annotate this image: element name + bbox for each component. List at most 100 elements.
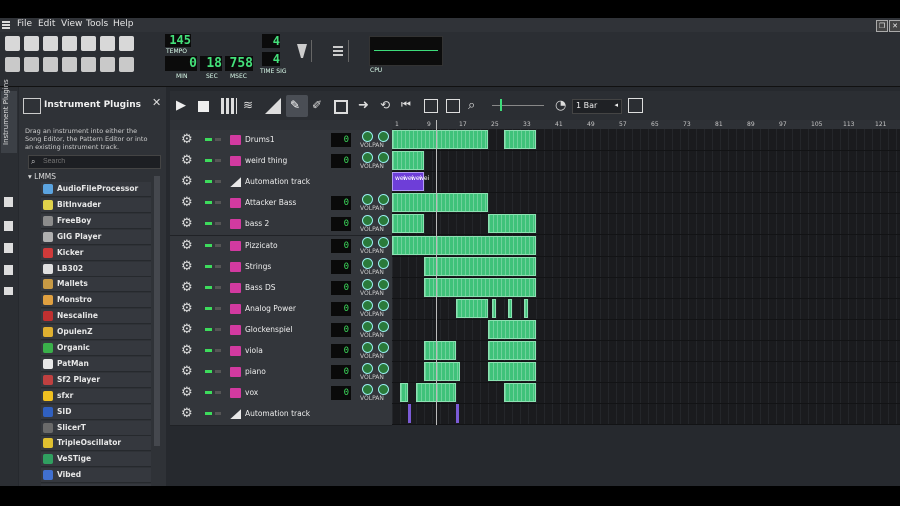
automation-editor-icon[interactable]	[62, 57, 77, 72]
menu-file[interactable]: File	[17, 19, 32, 29]
controller-rack-icon[interactable]	[100, 57, 115, 72]
track-channel-display[interactable]: 0	[331, 196, 351, 211]
track-channel-display[interactable]: 0	[331, 322, 351, 337]
solo-toggle[interactable]	[215, 370, 221, 374]
grid-row[interactable]	[392, 150, 900, 173]
pattern-clip[interactable]	[392, 151, 424, 171]
plugin-item[interactable]: PatMan	[41, 356, 151, 372]
track-name[interactable]: Automation track	[245, 409, 310, 418]
volume-knob[interactable]	[362, 131, 373, 142]
project-notes-icon[interactable]	[119, 57, 134, 72]
pan-knob[interactable]	[378, 152, 389, 164]
pan-knob[interactable]	[378, 131, 389, 142]
plugin-item[interactable]: AudioFileProcessor	[41, 182, 151, 197]
zoom-icon[interactable]: ⌕	[468, 98, 484, 114]
automation-clip[interactable]	[408, 404, 411, 424]
solo-toggle[interactable]	[215, 412, 221, 416]
automation-track-row[interactable]: ⚙ Automation track	[170, 404, 392, 427]
grid-row[interactable]	[392, 213, 900, 236]
export-tracks-icon[interactable]	[119, 36, 134, 51]
pattern-clip[interactable]	[488, 319, 536, 339]
solo-toggle[interactable]	[215, 180, 221, 184]
volume-knob[interactable]	[362, 257, 373, 269]
time-msec[interactable]: 758	[225, 56, 253, 71]
pattern-clip[interactable]	[504, 130, 536, 149]
solo-toggle[interactable]	[215, 349, 221, 352]
grid-row[interactable]	[392, 382, 900, 405]
master-volume-icon[interactable]	[297, 44, 307, 58]
instrument-track-row[interactable]: ⚙ Glockenspiel 0 VOLPAN	[170, 319, 392, 342]
tree-root-lmms[interactable]: ▾ LMMS	[28, 172, 56, 181]
track-name[interactable]: Drums1	[245, 135, 275, 144]
my-samples-icon[interactable]	[4, 221, 13, 231]
gear-icon[interactable]: ⚙	[181, 322, 195, 337]
menu-tools[interactable]: Tools	[86, 19, 108, 29]
pattern-clip[interactable]	[524, 298, 528, 318]
arrow-right-icon[interactable]: ➜	[358, 98, 374, 114]
master-pitch-slider[interactable]	[348, 40, 361, 62]
remove-bar-icon[interactable]	[446, 99, 460, 113]
gear-icon[interactable]: ⚙	[181, 133, 195, 147]
select-mode-icon[interactable]	[334, 100, 348, 114]
piano-roll-icon[interactable]	[43, 57, 58, 72]
track-channel-display[interactable]: 0	[331, 238, 351, 253]
my-home-icon[interactable]	[4, 265, 13, 275]
plugin-item[interactable]: Watsyn	[41, 484, 151, 486]
track-name[interactable]: Glockenspiel	[245, 325, 293, 334]
insert-bar-icon[interactable]	[424, 99, 438, 113]
plugin-item[interactable]: SID	[41, 404, 151, 420]
track-name[interactable]: Bass DS	[245, 283, 275, 292]
pattern-clip[interactable]	[456, 298, 488, 318]
pattern-clip[interactable]	[424, 256, 536, 276]
mute-toggle[interactable]	[205, 285, 212, 289]
plugin-item[interactable]: BitInvader	[41, 197, 151, 213]
track-channel-display[interactable]: 0	[331, 217, 351, 232]
instrument-track-row[interactable]: ⚙ Attacker Bass 0 VOLPAN	[170, 193, 392, 216]
track-channel-display[interactable]: 0	[331, 386, 351, 401]
automation-track-row[interactable]: ⚙ Automation track	[170, 172, 392, 195]
timesig-denominator[interactable]: 4	[262, 52, 280, 66]
song-editor-icon[interactable]	[5, 57, 20, 72]
mute-toggle[interactable]	[205, 243, 212, 247]
gear-icon[interactable]: ⚙	[181, 344, 195, 358]
pattern-clip[interactable]	[488, 362, 536, 382]
pattern-clip[interactable]	[392, 193, 488, 213]
gear-icon[interactable]: ⚙	[181, 259, 195, 274]
proportional-snap-icon[interactable]	[628, 98, 643, 113]
instrument-track-row[interactable]: ⚙ vox 0 VOLPAN	[170, 383, 392, 406]
add-sample-track-icon[interactable]: ≋	[243, 98, 259, 114]
plugin-search-box[interactable]: ⌕	[28, 155, 161, 169]
grid-row[interactable]	[392, 361, 900, 384]
time-sec[interactable]: 18	[200, 56, 222, 71]
instrument-track-row[interactable]: ⚙ piano 0 VOLPAN	[170, 362, 392, 385]
plugin-search-input[interactable]	[43, 156, 153, 167]
solo-toggle[interactable]	[215, 201, 221, 205]
mute-toggle[interactable]	[205, 222, 212, 226]
track-channel-display[interactable]: 0	[331, 280, 351, 295]
mute-toggle[interactable]	[205, 201, 212, 205]
volume-knob[interactable]	[362, 320, 373, 332]
add-beat-track-icon[interactable]	[221, 98, 237, 114]
time-min[interactable]: 0	[165, 56, 197, 71]
volume-knob[interactable]	[362, 194, 373, 206]
mute-toggle[interactable]	[205, 159, 212, 163]
new-from-template-icon[interactable]	[24, 36, 39, 51]
pan-knob[interactable]	[378, 320, 389, 332]
pattern-clip[interactable]	[488, 214, 536, 234]
solo-toggle[interactable]	[215, 159, 221, 163]
plugin-item[interactable]: Vibed	[41, 468, 151, 484]
track-name[interactable]: piano	[245, 367, 266, 376]
mute-toggle[interactable]	[205, 180, 212, 184]
solo-toggle[interactable]	[215, 264, 221, 268]
beat-editor-icon[interactable]	[24, 57, 39, 72]
zoom-slider-handle[interactable]	[500, 99, 502, 111]
plugin-item[interactable]: Nescaline	[41, 309, 151, 325]
instrument-track-row[interactable]: ⚙ viola 0 VOLPAN	[170, 341, 392, 363]
pan-knob[interactable]	[378, 384, 389, 396]
track-name[interactable]: Pizzicato	[245, 241, 278, 250]
track-channel-display[interactable]: 0	[331, 259, 351, 274]
pattern-clip[interactable]	[392, 214, 424, 234]
solo-toggle[interactable]	[215, 222, 221, 226]
loop-icon[interactable]: ⟲	[380, 98, 396, 114]
track-channel-display[interactable]: 0	[331, 344, 351, 358]
